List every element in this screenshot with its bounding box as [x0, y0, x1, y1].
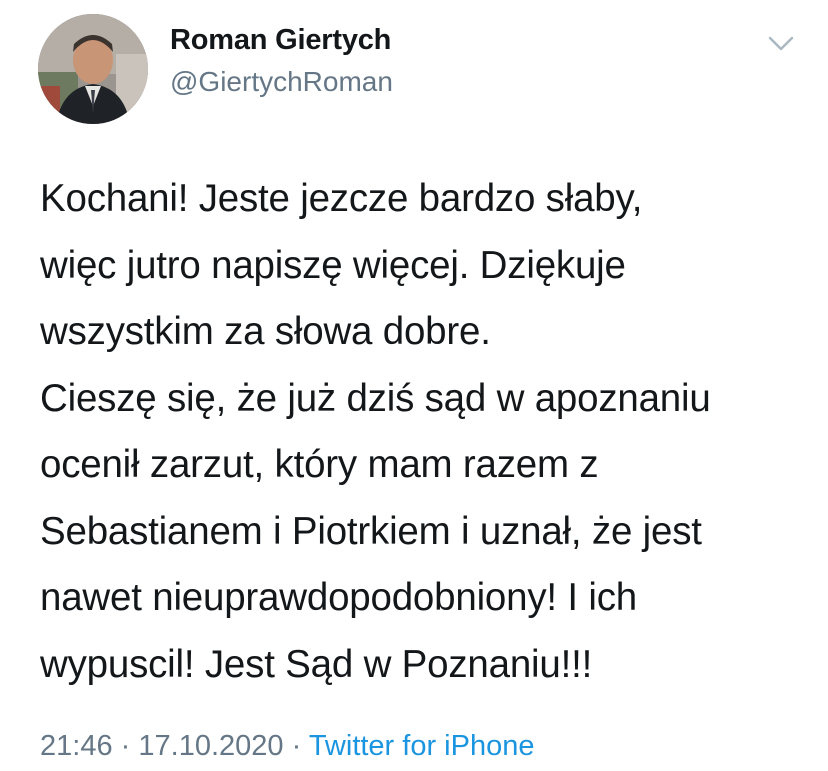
tweet-text: Kochani! Jeste jezcze bardzo słaby, więc…: [40, 166, 810, 698]
meta-separator: ·: [291, 730, 302, 762]
tweet-text-line: więc jutro napiszę więcej. Dziękuje: [40, 243, 626, 287]
tweet-source-link[interactable]: Twitter for iPhone: [309, 730, 535, 762]
tweet-text-line: nawet nieuprawdopodobniony! I ich: [40, 576, 637, 619]
tweet-text-line: wszystkim za słowa dobre.: [40, 310, 491, 353]
tweet-card: Roman Giertych @GiertychRoman Kochani! J…: [0, 0, 828, 771]
tweet-text-line: wypuscil! Jest Sąd w Poznaniu!!!: [40, 642, 593, 686]
meta-separator: ·: [120, 730, 131, 762]
author-name[interactable]: Roman Giertych: [170, 24, 391, 57]
tweet-text-line: Cieszę się, że już dziś sąd w apoznaniu: [40, 376, 711, 420]
tweet-metadata: 21:46 · 17.10.2020 · Twitter for iPhone: [40, 730, 534, 763]
author-handle[interactable]: @GiertychRoman: [170, 66, 393, 98]
tweet-text-line: ocenił zarzut, który mam razem z: [40, 443, 599, 486]
chevron-down-icon[interactable]: [766, 28, 796, 58]
tweet-text-line: Kochani! Jeste jezcze bardzo słaby,: [40, 177, 643, 220]
avatar[interactable]: [38, 14, 148, 124]
avatar-photo: [38, 14, 148, 124]
tweet-date[interactable]: 17.10.2020: [138, 730, 283, 762]
tweet-text-line: Sebastianem i Piotrkiem i uznał, że jest: [40, 509, 702, 553]
tweet-time[interactable]: 21:46: [40, 730, 113, 762]
